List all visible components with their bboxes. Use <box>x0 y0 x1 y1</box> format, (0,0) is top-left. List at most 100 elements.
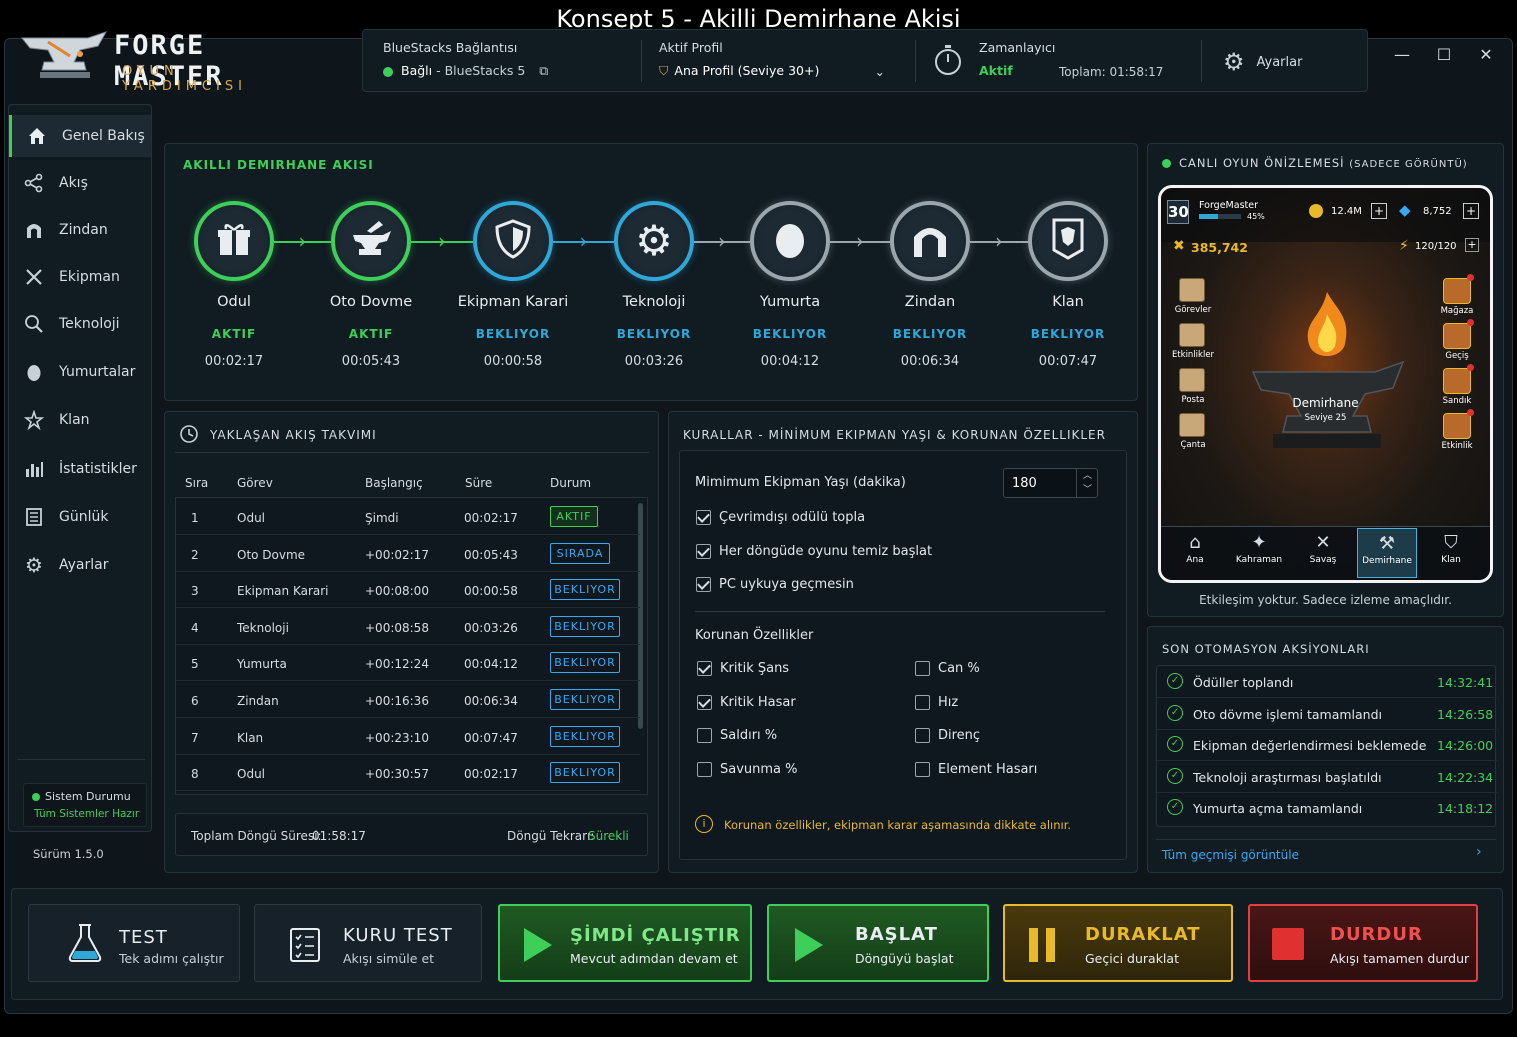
view-history-link[interactable]: Tüm geçmişi görüntüle <box>1162 848 1299 862</box>
stepper-up-icon[interactable]: ︿ <box>1077 469 1098 483</box>
sidebar-item-technology[interactable]: Teknoloji <box>9 303 151 345</box>
flow-node-label: Klan <box>1052 294 1084 310</box>
pause-title: DURAKLAT <box>1085 924 1201 945</box>
protected-checkbox[interactable] <box>915 661 930 676</box>
chevron-down-icon: ⌄ <box>874 64 885 79</box>
list-item: ✓ Ödüller toplandı 14:32:41 <box>1155 667 1497 698</box>
flow-node-1[interactable] <box>194 201 274 281</box>
stop-button[interactable]: DURDUR Akışı tamamen durdur <box>1248 904 1478 982</box>
start-button[interactable]: BAŞLAT Döngüyü başlat <box>767 904 989 982</box>
flow-node-status: BEKLIYOR <box>1030 327 1106 341</box>
game-menu-icon <box>1179 278 1205 302</box>
option-checkbox[interactable] <box>696 577 711 592</box>
sidebar-item-equipment[interactable]: Ekipman <box>9 256 151 298</box>
action-time: 14:26:00 <box>1437 738 1494 753</box>
protected-checkbox[interactable] <box>915 761 930 777</box>
flow-node-4[interactable]: ⚙ <box>614 201 694 281</box>
protected-checkbox[interactable] <box>697 761 712 777</box>
action-text: Oto dövme işlemi tamamlandı <box>1193 706 1382 722</box>
anvil-icon <box>349 219 393 263</box>
flow-title: AKILLI DEMIRHANE AKISI <box>183 158 374 172</box>
action-time: 14:18:12 <box>1437 801 1494 816</box>
cell-dur: 00:04:12 <box>464 657 518 672</box>
pause-button[interactable]: DURAKLAT Geçici duraklat <box>1003 904 1233 982</box>
protected-checkbox[interactable] <box>915 694 930 710</box>
shield-icon: ⛉ <box>659 63 669 78</box>
banner-icon <box>1051 218 1085 264</box>
sidebar-item-settings[interactable]: ⚙ Ayarlar <box>9 544 151 586</box>
forge-fire-icon <box>1307 292 1347 356</box>
table-row[interactable]: 5 Yumurta +00:12:24 00:04:12 BEKLIYOR <box>176 645 640 682</box>
flow-node-6[interactable] <box>890 201 970 281</box>
forge-name: Demirhane <box>1292 396 1359 410</box>
table-row[interactable]: 3 Ekipman Karari +00:08:00 00:00:58 BEKLIYOR <box>176 572 640 609</box>
min-age-stepper[interactable]: 180 ︿ ﹀ <box>1003 468 1098 498</box>
table-row[interactable]: 8 Odul +00:30:57 00:02:17 BEKLIYOR <box>176 755 640 792</box>
stepper-down-icon[interactable]: ﹀ <box>1077 483 1098 497</box>
flow-node-3[interactable] <box>473 201 553 281</box>
action-text: Yumurta açma tamamlandı <box>1193 801 1363 816</box>
flow-node-status: AKTIF <box>348 327 394 341</box>
protected-label: Hız <box>938 694 959 710</box>
journal-icon <box>23 506 45 528</box>
check-circle-icon: ✓ <box>1167 736 1183 752</box>
game-menu-label: Mağaza <box>1440 306 1474 316</box>
forge-level: Seviye 25 <box>1304 413 1347 423</box>
sidebar-item-clan[interactable]: Klan <box>9 399 151 441</box>
action-text: Ekipman değerlendirmesi beklemede <box>1193 738 1427 753</box>
settings-button[interactable]: ⚙ Ayarlar <box>1223 48 1302 76</box>
sidebar-item-dungeon[interactable]: Zindan <box>9 209 151 251</box>
sidebar-item-eggs[interactable]: Yumurtalar <box>9 351 151 393</box>
timer-block: Zamanlayıcı Aktif <box>979 40 1055 78</box>
dry-test-button[interactable]: KURU TEST Akışı simüle et <box>254 904 482 982</box>
connection-status: Bağlı <box>401 63 433 78</box>
flow-node-time: 00:06:34 <box>900 354 960 369</box>
timer-total: Toplam: 01:58:17 <box>1059 65 1164 79</box>
close-icon[interactable]: ✕ <box>1471 45 1501 64</box>
cell-start: +00:12:24 <box>365 657 429 672</box>
dry-test-title: KURU TEST <box>343 925 453 946</box>
gear-icon: ⚙ <box>25 553 43 577</box>
sidebar-item-journal[interactable]: Günlük <box>9 496 151 538</box>
cell-start: +00:23:10 <box>365 730 429 745</box>
option-checkbox[interactable] <box>696 543 711 559</box>
profile-dropdown[interactable]: Aktif Profil ⛉ Ana Profil (Seviye 30+) ⌄ <box>659 40 887 79</box>
game-preview-screen: 30 ForgeMaster 45% 12.4M + ◆ 8,752 + ✖ 3… <box>1158 185 1493 583</box>
table-row[interactable]: 1 Odul Şimdi 00:02:17 AKTIF <box>176 499 640 535</box>
cell-dur: 00:05:43 <box>464 547 518 562</box>
option-checkbox[interactable] <box>696 510 711 525</box>
external-link-icon[interactable]: ⧉ <box>539 63 548 78</box>
flow-node-7[interactable] <box>1028 201 1108 281</box>
gear-icon: ⚙ <box>635 216 673 265</box>
sidebar-item-flow[interactable]: Akış <box>9 162 151 204</box>
egg-icon <box>773 218 807 264</box>
table-row[interactable]: 2 Oto Dovme +00:02:17 00:05:43 SIRADA <box>176 536 640 572</box>
flow-node-2[interactable] <box>331 201 411 281</box>
status-badge: BEKLIYOR <box>550 579 620 601</box>
cell-start: +00:08:58 <box>365 620 429 635</box>
protected-checkbox[interactable] <box>697 728 712 743</box>
protected-checkbox[interactable] <box>697 661 712 676</box>
maximize-icon[interactable]: ☐ <box>1429 45 1459 64</box>
protected-checkbox[interactable] <box>697 694 712 710</box>
test-button[interactable]: TEST Tek adımı çalıştır <box>28 904 240 982</box>
connection-block[interactable]: BlueStacks Bağlantısı Bağlı - BlueStacks… <box>383 40 548 79</box>
flow-node-5[interactable] <box>750 201 830 281</box>
pause-sub: Geçici duraklat <box>1085 951 1179 966</box>
game-menu-icon <box>1179 323 1205 347</box>
sidebar-item-overview[interactable]: Genel Bakış <box>9 115 151 157</box>
chevron-right-icon[interactable]: › <box>1476 844 1482 860</box>
col-task: Görev <box>237 476 273 490</box>
protected-checkbox[interactable] <box>915 728 930 743</box>
table-row[interactable]: 4 Teknoloji +00:08:58 00:03:26 BEKLIYOR <box>176 609 640 645</box>
minimize-icon[interactable]: — <box>1387 45 1417 64</box>
game-nav-icon: ✦ <box>1251 532 1267 553</box>
table-row[interactable]: 7 Klan +00:23:10 00:07:47 BEKLIYOR <box>176 719 640 755</box>
table-row[interactable]: 6 Zindan +00:16:36 00:06:34 BEKLIYOR <box>176 682 640 718</box>
game-menu-icon <box>1443 323 1471 349</box>
flow-node-time: 00:00:58 <box>483 354 543 369</box>
sidebar-item-statistics[interactable]: İstatistikler <box>9 448 151 490</box>
run-now-button[interactable]: ŞİMDİ ÇALIŞTIR Mevcut adımdan devam et <box>498 904 752 982</box>
player-level: 30 <box>1167 200 1189 224</box>
game-menu-label: Görevler <box>1174 305 1212 315</box>
